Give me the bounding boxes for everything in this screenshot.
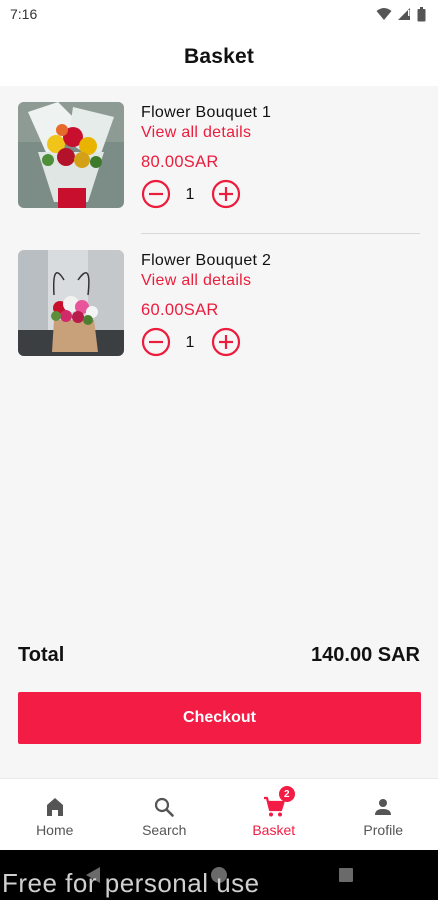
decrease-quantity-button[interactable]: [141, 179, 171, 209]
battery-icon: [417, 6, 426, 21]
product-image[interactable]: [18, 250, 124, 356]
nav-item-search[interactable]: Search: [110, 779, 220, 850]
total-label: Total: [18, 643, 65, 666]
status-time: 7:16: [10, 6, 38, 22]
cart-count-badge: 2: [278, 786, 295, 802]
nav-label-basket: Basket: [252, 822, 296, 838]
total-value: 140.00 SAR: [311, 643, 420, 666]
home-icon: [46, 798, 63, 816]
person-icon: [375, 799, 392, 815]
nav-label-profile: Profile: [363, 822, 404, 838]
increase-quantity-button[interactable]: [211, 327, 241, 357]
nav-item-profile[interactable]: Profile: [329, 779, 438, 850]
total-row: Total 140.00 SAR: [18, 640, 420, 670]
wifi-icon: [376, 8, 392, 20]
product-image[interactable]: [18, 102, 124, 208]
app-header: Basket: [0, 28, 438, 86]
signal-icon: [398, 8, 410, 20]
product-price: 60.00SAR: [141, 301, 219, 319]
product-name: Flower Bouquet 1: [141, 104, 272, 121]
status-icons: [376, 6, 426, 22]
view-details-link[interactable]: View all details: [141, 124, 251, 142]
decrease-quantity-button[interactable]: [141, 327, 171, 357]
flower-bag-photo: [18, 250, 124, 356]
status-bar: 7:16: [0, 0, 438, 28]
bottom-nav: Home Search 2 Basket Profile: [0, 778, 438, 850]
bouquet-photo: [18, 102, 124, 208]
increase-quantity-button[interactable]: [211, 179, 241, 209]
quantity-value: 1: [185, 334, 195, 351]
quantity-value: 1: [185, 186, 195, 203]
product-name: Flower Bouquet 2: [141, 252, 272, 269]
basket-item: Flower Bouquet 1 View all details 80.00S…: [0, 86, 438, 234]
product-price: 80.00SAR: [141, 153, 219, 171]
checkout-button[interactable]: Checkout: [18, 692, 421, 744]
nav-item-basket[interactable]: 2 Basket: [219, 779, 329, 850]
nav-label-search: Search: [142, 822, 187, 838]
nav-label-home: Home: [36, 822, 74, 838]
cart-icon-wrapper: 2: [262, 786, 295, 819]
nav-item-home[interactable]: Home: [0, 779, 110, 850]
recents-icon[interactable]: [338, 867, 354, 883]
search-icon: [155, 797, 175, 817]
basket-item: Flower Bouquet 2 View all details 60.00S…: [0, 234, 438, 382]
watermark-text: Free for personal use: [2, 868, 260, 898]
view-details-link[interactable]: View all details: [141, 272, 251, 290]
page-title: Basket: [183, 45, 255, 68]
